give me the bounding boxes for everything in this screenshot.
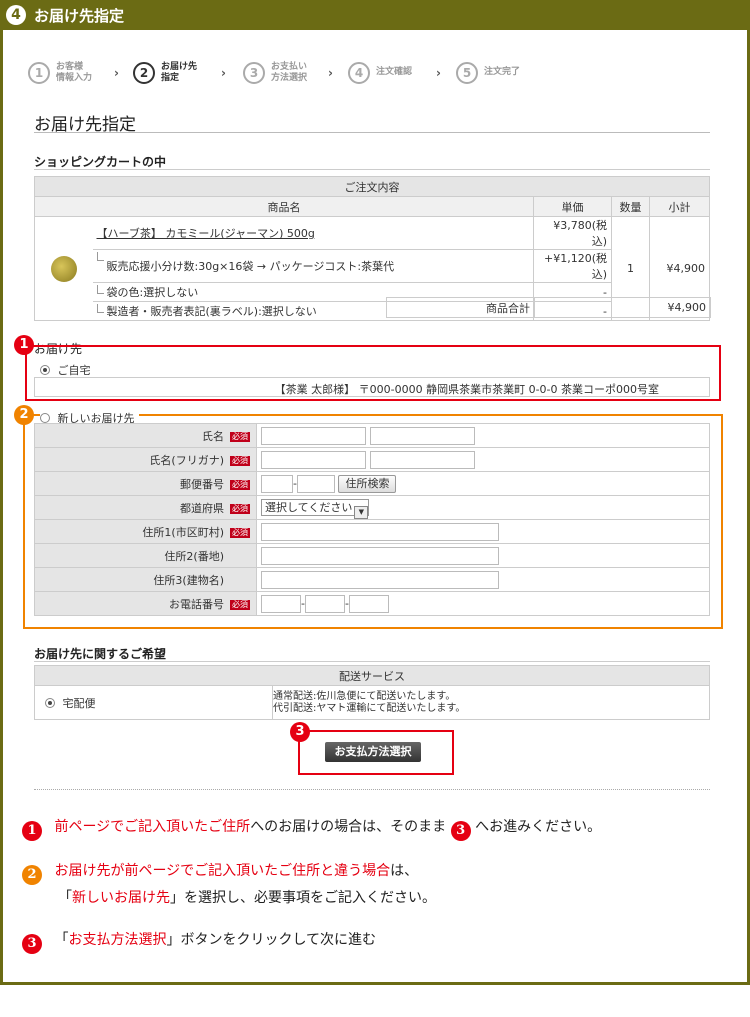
zip-first-input[interactable]: [261, 474, 293, 493]
badge-1: 1: [14, 335, 34, 355]
product-image: [50, 255, 77, 282]
last-name-kana-input[interactable]: [261, 450, 366, 469]
badge-2: 2: [22, 865, 42, 885]
cart-total: 商品合計 ¥4,900: [386, 297, 711, 318]
delivery-note: 代引配送:ヤマト運輸にて配送いたします。: [273, 702, 466, 714]
label-zip: 郵便番号 必須: [34, 471, 257, 496]
table-row: 販売応援小分け数:30g×16袋 → パッケージコスト:茶葉代 +¥1,120(…: [35, 249, 710, 283]
note-2-line-2: 「新しいお届け先」を選択し、必要事項をご記入ください。: [58, 890, 436, 906]
product-name-link[interactable]: 【ハーブ茶】 カモミール(ジャーマン) 500g: [97, 227, 315, 240]
address3-input[interactable]: [261, 570, 499, 589]
product-image-cell: [34, 216, 93, 321]
required-badge: 必須: [230, 527, 250, 538]
payment-method-button[interactable]: お支払方法選択: [325, 742, 421, 762]
zip-search-button[interactable]: 住所検索: [338, 474, 397, 493]
badge-3: 3: [450, 821, 471, 841]
step-number: 5: [456, 62, 478, 84]
section-number: 4: [6, 5, 26, 25]
product-name-cell: 【ハーブ茶】 カモミール(ジャーマン) 500g: [92, 216, 534, 250]
badge-3: 3: [22, 934, 42, 954]
chevron-right-icon: ›: [436, 66, 441, 80]
total-value: ¥4,900: [534, 297, 711, 318]
label-addr3: 住所3(建物名): [34, 567, 257, 592]
col-header-name: 商品名: [34, 196, 534, 217]
col-header-qty: 数量: [611, 196, 650, 217]
delivery-option-label: 宅配便: [62, 696, 96, 710]
required-badge: 必須: [230, 599, 250, 610]
step-label: 注文完了: [484, 67, 521, 77]
delivery-notes: 通常配送:佐川急便にて配送いたします。 代引配送:ヤマト運輸にて配送いたします。: [272, 685, 710, 720]
step-number: 3: [243, 62, 265, 84]
step-number: 2: [133, 62, 155, 84]
delivery-service-table: 配送サービス 宅配便 通常配送:佐川急便にて配送いたします。 代引配送:ヤマト運…: [34, 665, 710, 720]
first-name-input[interactable]: [369, 426, 475, 445]
tel-second-input[interactable]: [304, 594, 345, 613]
step-label: お届け先 指定: [161, 62, 198, 83]
label-tel: お電話番号 必須: [34, 591, 257, 616]
step-label: お支払い 方法選択: [271, 62, 308, 83]
section-header: 4 お届け先指定: [0, 0, 750, 30]
note-1: 1 前ページでご記入頂いたご住所へのお届けの場合は、そのまま 3 へお進みくださ…: [22, 816, 601, 841]
section-title: お届け先指定: [34, 7, 125, 25]
step-number: 1: [28, 62, 50, 84]
label-pref: 都道府県 必須: [34, 495, 257, 520]
note-3: 3 「お支払方法選択」ボタンをクリックして次に進む: [22, 929, 376, 954]
zip-second-input[interactable]: [296, 474, 335, 493]
badge-2: 2: [14, 405, 34, 425]
badge-1: 1: [22, 821, 42, 841]
delivery-option[interactable]: 宅配便: [34, 685, 273, 720]
last-name-input[interactable]: [261, 426, 366, 445]
option-text: 販売応援小分け数:30g×16袋 → パッケージコスト:茶葉代: [92, 249, 534, 283]
delivery-note: 通常配送:佐川急便にて配送いたします。: [273, 690, 456, 702]
chevron-right-icon: ›: [221, 66, 226, 80]
delivery-service-title: 配送サービス: [34, 665, 710, 686]
label-addr1: 住所1(市区町村) 必須: [34, 519, 257, 544]
address2-input[interactable]: [261, 546, 499, 565]
col-header-subtotal: 小計: [649, 196, 710, 217]
table-row: 【ハーブ茶】 カモミール(ジャーマン) 500g ¥3,780(税込) 1 ¥4…: [34, 216, 710, 321]
required-badge: 必須: [230, 479, 250, 490]
badge-3: 3: [290, 722, 310, 742]
label-kana: 氏名(フリガナ) 必須: [34, 447, 257, 472]
required-badge: 必須: [230, 431, 250, 442]
tel-first-input[interactable]: [261, 594, 301, 613]
divider: [34, 789, 710, 790]
col-header-price: 単価: [533, 196, 612, 217]
divider: [34, 132, 710, 133]
address1-input[interactable]: [261, 522, 499, 541]
cart-heading: ショッピングカートの中: [34, 155, 167, 169]
first-name-kana-input[interactable]: [369, 450, 475, 469]
prefecture-select[interactable]: 選択してください ▼: [261, 499, 370, 519]
home-address: 【茶業 太郎様】 〒000-0000 静岡県茶業市茶業町 0-0-0 茶業コーポ…: [34, 377, 710, 397]
wishes-heading: お届け先に関するご希望: [34, 647, 167, 661]
home-label: ご自宅: [57, 364, 91, 377]
option-price: +¥1,120(税込): [533, 249, 612, 283]
divider: [34, 169, 710, 170]
progress-steps: 1 お客様 情報入力 › 2 お届け先 指定 › 3 お支払い 方法選択 › 4 注文…: [28, 60, 548, 88]
step-label: お客様 情報入力: [56, 62, 93, 83]
note-2: 2 お届け先が前ページでご記入頂いたご住所と違う場合は、: [22, 860, 418, 885]
step-number: 4: [348, 62, 370, 84]
required-badge: 必須: [230, 455, 250, 466]
new-address-form: 氏名 必須 氏名(フリガナ) 必須 郵便番号 必須 - 住所検索 都道府県 必須 選択し…: [34, 423, 710, 616]
label-name: 氏名 必須: [34, 423, 257, 448]
radio-icon[interactable]: [40, 413, 50, 423]
chevron-right-icon: ›: [114, 66, 119, 80]
radio-icon[interactable]: [40, 365, 50, 375]
tel-third-input[interactable]: [348, 594, 389, 613]
product-price: ¥3,780(税込): [533, 216, 612, 250]
required-badge: 必須: [230, 503, 250, 514]
total-label: 商品合計: [386, 297, 535, 318]
label-addr2: 住所2(番地): [34, 543, 257, 568]
divider: [34, 661, 710, 662]
chevron-right-icon: ›: [328, 66, 333, 80]
home-option[interactable]: ご自宅: [40, 362, 91, 378]
step-label: 注文確認: [376, 67, 413, 77]
radio-icon[interactable]: [45, 697, 55, 708]
cart-table-title: ご注文内容: [34, 176, 710, 197]
chevron-down-icon[interactable]: ▼: [354, 506, 369, 519]
